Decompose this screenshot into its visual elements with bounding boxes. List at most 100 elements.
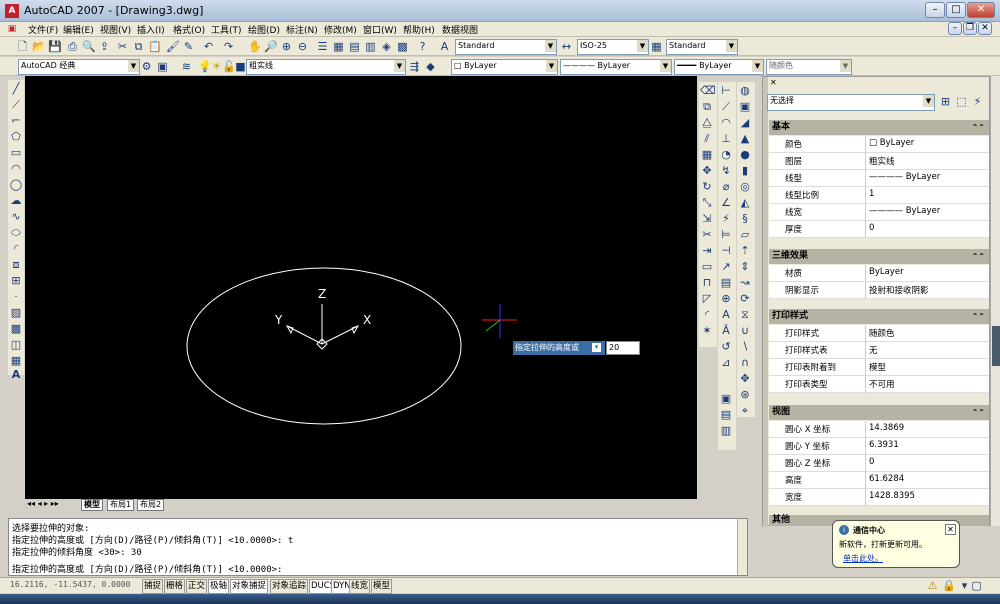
presspull-icon[interactable]: ⇕ [738,260,752,274]
dim-arc-icon[interactable]: ◠ [719,116,733,130]
tolerance-icon[interactable]: ▤ [719,276,733,290]
text-style-select[interactable]: Standard ▼ [455,39,557,55]
dim-baseline-icon[interactable]: ⊨ [719,228,733,242]
dyn-options-arrow-icon[interactable]: ▾ [592,343,601,352]
menu-tools[interactable]: 工具(T) [211,23,242,36]
menu-edit[interactable]: 编辑(E) [63,23,94,36]
paste-icon[interactable]: 📋 [148,40,162,53]
dynamic-input-field[interactable]: 20 [606,341,640,355]
markup-icon[interactable]: ◈ [380,40,393,53]
prop-row[interactable]: 打印样式表无 [769,342,989,359]
ellipse-icon[interactable]: ⬭ [9,226,23,240]
prop-row[interactable]: 线宽 ———— ByLayer [769,204,989,221]
sphere-icon[interactable]: ● [738,148,752,162]
table-style-select[interactable]: Standard ▼ [666,39,738,55]
otrack-toggle[interactable]: 对象追踪 [270,579,309,594]
erase-icon[interactable]: ⌫ [700,84,716,98]
tab-model[interactable]: 模型 [81,499,103,511]
open-icon[interactable]: 📂 [32,40,46,53]
prop-row[interactable]: 高度 61.6284 [769,472,989,489]
mtext-icon[interactable]: A [9,368,23,382]
spline-icon[interactable]: ∿ [9,210,23,224]
preview-icon[interactable]: 🔍 [82,40,96,53]
help-icon[interactable]: ? [416,40,429,53]
dim-update-icon[interactable]: ↺ [719,340,733,354]
construction-line-icon[interactable]: ⟋ [9,98,23,112]
layer-manager-icon[interactable]: ≋ [180,60,193,73]
point-icon[interactable]: · [9,290,23,304]
arc-icon[interactable]: ◠ [9,162,23,176]
prop-row[interactable]: 圆心 Z 坐标 0 [769,455,989,472]
prop-row[interactable]: 厚度 0 [769,221,989,238]
menu-dimension[interactable]: 标注(N) [286,23,318,36]
quick-select-icon[interactable]: ⚡ [971,95,984,108]
matchprop-icon[interactable]: 🖌 [166,40,180,53]
torus-icon[interactable]: ◎ [738,180,752,194]
lineweight-toggle[interactable]: 线宽 [349,579,371,594]
revcloud-icon[interactable]: ☁ [9,194,23,208]
menu-window[interactable]: 窗口(W) [363,23,397,36]
balloon-close-button[interactable]: ✕ [945,524,956,535]
section-basic[interactable]: 基本 ⌃⌃ [769,120,989,135]
layer-select[interactable]: 粗实线 ▼ [246,59,406,75]
qleader-icon[interactable]: ↗ [719,260,733,274]
3d-align-icon[interactable]: ⌖ [738,404,752,418]
polysolid-icon[interactable]: ◍ [738,84,752,98]
extrude-icon[interactable]: ⇡ [738,244,752,258]
dim-angular-icon[interactable]: ∠ [719,196,733,210]
planar-surface-icon[interactable]: ▱ [738,228,752,242]
close-button[interactable]: ✕ [967,2,995,18]
section-3d-effects[interactable]: 三维效果 ⌃⌃ [769,249,989,264]
line-icon[interactable]: ╱ [9,82,23,96]
polyline-icon[interactable]: ⌐ [9,114,23,128]
dim-linear-icon[interactable]: ⊢ [719,84,733,98]
dim-continue-icon[interactable]: ⊣ [719,244,733,258]
zoom-previous-icon[interactable]: ⊖ [296,40,309,53]
toggle-pickadd-icon[interactable]: ⊞ [939,95,952,108]
scale-icon[interactable]: ⤡ [700,196,714,210]
menu-help[interactable]: 帮助(H) [403,23,435,36]
my-workspace-icon[interactable]: ▣ [156,60,169,73]
intersect-icon[interactable]: ∩ [738,356,752,370]
coordinate-display[interactable]: 16.2116, -11.5437, 0.0000 [10,580,130,589]
linetype-select[interactable]: ———— ByLayer ▼ [560,59,672,75]
zoom-realtime-icon[interactable]: 🔎 [264,40,278,53]
dim-aligned-icon[interactable]: ⟋ [719,100,733,114]
ortho-toggle[interactable]: 正交 [186,579,208,594]
clean-screen-icon[interactable]: ▢ [970,579,983,592]
palette-close-icon[interactable]: ✕ [770,78,777,87]
sheetset-icon[interactable]: ▥ [364,40,377,53]
dim-radius-icon[interactable]: ◔ [719,148,733,162]
new-icon[interactable]: 🗋 [16,40,29,53]
dim-edit-icon[interactable]: A [719,308,733,322]
color-select[interactable]: □ ByLayer ▼ [451,59,558,75]
rotate-icon[interactable]: ↻ [700,180,714,194]
center-mark-icon[interactable]: ⊕ [719,292,733,306]
command-scrollbar[interactable] [737,519,747,575]
balloon-link[interactable]: 单击此处。 [843,553,883,564]
menu-format[interactable]: 格式(O) [173,23,205,36]
menu-insert[interactable]: 插入(I) [137,23,165,36]
break-icon[interactable]: ▭ [700,260,714,274]
prop-row[interactable]: 宽度 1428.8395 [769,489,989,506]
minimize-button[interactable]: – [925,2,945,18]
drawing-canvas[interactable]: Z Y X 指定拉伸的高度或 ▾ 20 [25,76,697,499]
undo-icon[interactable]: ↶ [202,40,215,53]
table-icon[interactable]: ▦ [9,354,23,368]
communication-center-icon[interactable]: ⚠ [926,579,939,592]
make-current-icon[interactable]: ⇶ [408,60,421,73]
command-window[interactable]: 选择要拉伸的对象: 指定拉伸的高度或 [方向(D)/路径(P)/倾斜角(T)] … [8,518,748,576]
toolbar-lock-icon[interactable]: 🔒 [942,579,956,592]
workspace-settings-icon[interactable]: ⚙ [140,60,153,73]
move-icon[interactable]: ✥ [700,164,714,178]
stretch-icon[interactable]: ⇲ [700,212,714,226]
layer-previous-icon[interactable]: ◆ [424,60,437,73]
tab-layout1[interactable]: 布局1 [107,499,135,511]
copy-icon[interactable]: ⧉ [132,40,145,53]
tab-nav-icon[interactable]: ◂◂ ◂ ▸ ▸▸ [27,499,59,508]
rectangle-icon[interactable]: ▭ [9,146,23,160]
helix-icon[interactable]: § [738,212,752,226]
union-icon[interactable]: ∪ [738,324,752,338]
prop-row[interactable]: 圆心 Y 坐标 6.3931 [769,438,989,455]
copy-object-icon[interactable]: ⧉ [700,100,714,114]
